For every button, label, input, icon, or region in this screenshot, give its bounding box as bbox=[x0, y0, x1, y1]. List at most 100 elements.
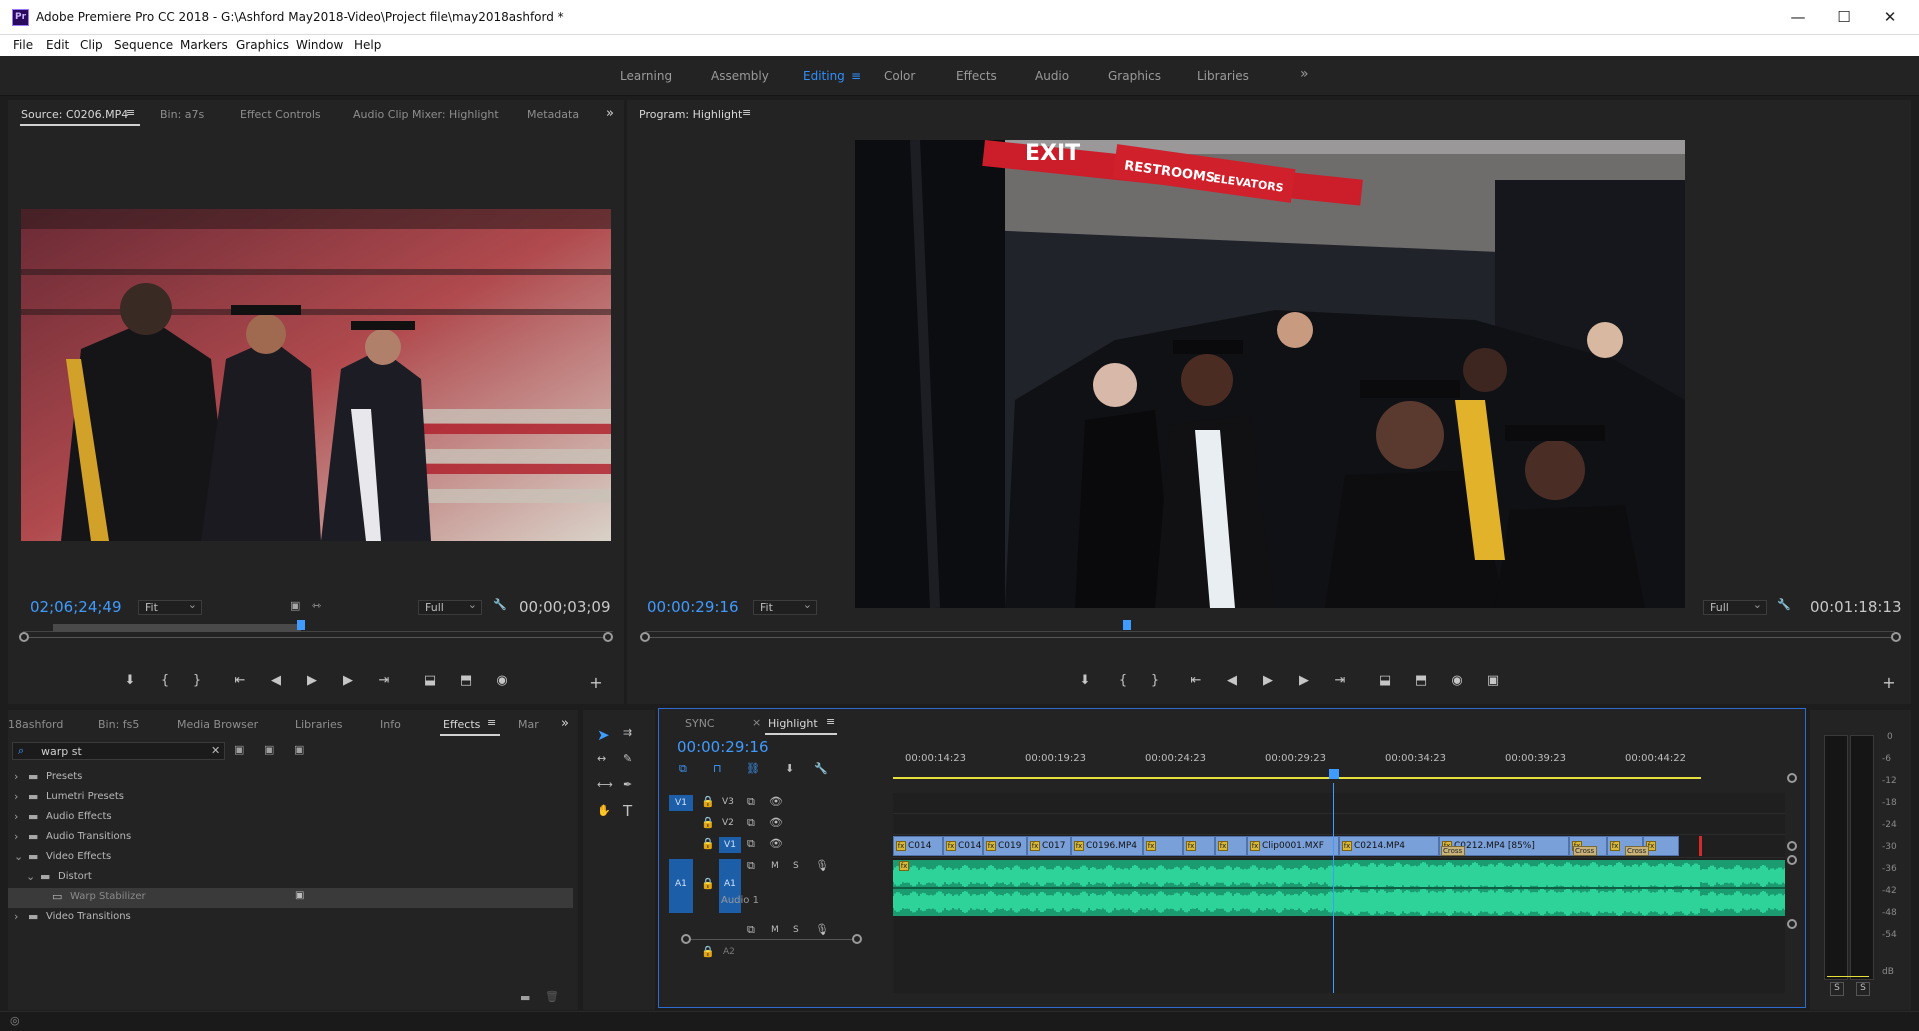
mark-in-icon[interactable]: { bbox=[155, 673, 175, 688]
eye-v1-icon[interactable]: 👁 bbox=[769, 837, 783, 850]
tab-libraries[interactable]: Libraries bbox=[295, 718, 343, 731]
go-to-in-icon[interactable]: ⇤ bbox=[230, 673, 250, 688]
program-zoom-dropdown[interactable]: Fit bbox=[753, 598, 817, 615]
effects-search-field[interactable]: ⌕ warp st ✕ bbox=[12, 742, 225, 760]
program-go-to-out-icon[interactable]: ⇥ bbox=[1330, 673, 1350, 688]
tab-highlight-sequence[interactable]: Highlight bbox=[768, 717, 818, 730]
workspace-graphics[interactable]: Graphics bbox=[1108, 69, 1161, 83]
timeline-tab-menu-icon[interactable]: ≡ bbox=[826, 715, 835, 728]
tab-bin-a7s[interactable]: Bin: a7s bbox=[160, 108, 204, 121]
workspace-color[interactable]: Color bbox=[884, 69, 915, 83]
program-quality-dropdown[interactable]: Full bbox=[1703, 598, 1767, 615]
tab-markers[interactable]: Mar bbox=[518, 718, 539, 731]
project-overflow-icon[interactable]: » bbox=[561, 716, 569, 731]
workspace-overflow-icon[interactable]: » bbox=[1300, 66, 1309, 82]
insert-icon[interactable]: ⬓ bbox=[420, 673, 440, 688]
v1-clip[interactable]: fx bbox=[1183, 836, 1215, 856]
source-tab-menu-icon[interactable]: ≡ bbox=[126, 106, 135, 119]
menu-sequence[interactable]: Sequence bbox=[114, 38, 173, 52]
source-zoom-bar[interactable] bbox=[24, 637, 612, 638]
menu-markers[interactable]: Markers bbox=[180, 38, 228, 52]
timeline-playhead-handle[interactable] bbox=[1329, 769, 1339, 779]
horizontal-scroll-left-handle[interactable] bbox=[681, 934, 691, 944]
tab-audio-clip-mixer[interactable]: Audio Clip Mixer: Highlight bbox=[353, 108, 499, 121]
step-back-icon[interactable]: ◀ bbox=[266, 673, 286, 688]
tab-effects[interactable]: Effects bbox=[443, 718, 480, 731]
source-overflow-icon[interactable]: » bbox=[606, 106, 614, 121]
meter-solo-right-button[interactable]: S bbox=[1856, 982, 1870, 996]
accelerated-effects-icon[interactable]: ▣ bbox=[234, 743, 244, 756]
program-step-forward-icon[interactable]: ▶ bbox=[1294, 673, 1314, 688]
comparison-view-icon[interactable]: ▣ bbox=[1483, 673, 1503, 688]
ripple-edit-tool-icon[interactable]: ↔ bbox=[597, 752, 606, 765]
effects-tree-item[interactable]: › ▬ Lumetri Presets bbox=[8, 788, 573, 808]
settings-grid-icon[interactable]: ▣ bbox=[290, 599, 300, 612]
program-tab-menu-icon[interactable]: ≡ bbox=[742, 106, 751, 119]
workspace-editing[interactable]: Editing bbox=[803, 69, 845, 83]
program-video-frame[interactable]: EXIT RESTROOMS ELEVATORS bbox=[855, 140, 1685, 608]
v1-clip[interactable]: fx C019 bbox=[983, 836, 1027, 856]
lock-a1-icon[interactable]: 🔒 bbox=[701, 877, 715, 890]
tab-bin-fs5[interactable]: Bin: fs5 bbox=[98, 718, 139, 731]
track-select-tool-icon[interactable]: ⇉ bbox=[623, 726, 632, 739]
drag-video-icon[interactable]: ⇿ bbox=[312, 599, 321, 612]
32bit-effects-icon[interactable]: ▣ bbox=[264, 743, 274, 756]
go-to-out-icon[interactable]: ⇥ bbox=[374, 673, 394, 688]
toggle-sync-v2-icon[interactable]: ⧉ bbox=[747, 816, 755, 830]
timeline-ruler[interactable]: 00:00:14:23 00:00:19:23 00:00:24:23 00:0… bbox=[893, 753, 1785, 783]
workspace-audio[interactable]: Audio bbox=[1035, 69, 1069, 83]
track-label-a2[interactable]: A2 bbox=[723, 947, 735, 957]
source-zoom-left-handle[interactable] bbox=[19, 632, 29, 642]
tab-program[interactable]: Program: Highlight bbox=[639, 108, 742, 121]
tab-media-browser[interactable]: Media Browser bbox=[177, 718, 258, 731]
overwrite-icon[interactable]: ⬒ bbox=[456, 673, 476, 688]
menu-window[interactable]: Window bbox=[296, 38, 343, 52]
type-tool-icon[interactable]: T bbox=[623, 802, 632, 820]
source-video-frame[interactable] bbox=[21, 209, 611, 541]
workspace-learning[interactable]: Learning bbox=[620, 69, 672, 83]
voiceover-a2-icon[interactable]: 🎙 bbox=[815, 923, 829, 936]
v1-clip[interactable]: fx C0196.MP4 bbox=[1071, 836, 1143, 856]
cross-dissolve-transition[interactable]: Cross bbox=[1441, 846, 1465, 856]
tab-effect-controls[interactable]: Effect Controls bbox=[240, 108, 321, 121]
mark-out-icon[interactable]: } bbox=[187, 673, 207, 688]
close-sequence-tab-icon[interactable]: × bbox=[752, 716, 761, 729]
solo-a1-button[interactable]: S bbox=[793, 861, 799, 871]
program-mark-in-icon[interactable]: { bbox=[1113, 673, 1133, 688]
lock-v2-icon[interactable]: 🔒 bbox=[701, 816, 715, 829]
tab-info[interactable]: Info bbox=[380, 718, 401, 731]
source-zoom-right-handle[interactable] bbox=[603, 632, 613, 642]
extract-icon[interactable]: ⬒ bbox=[1411, 673, 1431, 688]
toggle-sync-v3-icon[interactable]: ⧉ bbox=[747, 795, 755, 809]
program-mark-out-icon[interactable]: } bbox=[1145, 673, 1165, 688]
effects-tab-menu-icon[interactable]: ≡ bbox=[487, 716, 496, 729]
tree-expand-icon[interactable]: ⌄ bbox=[26, 870, 35, 883]
eye-v2-icon[interactable]: 👁 bbox=[769, 816, 783, 829]
close-window-button[interactable]: ✕ bbox=[1867, 0, 1913, 35]
program-export-frame-icon[interactable]: ◉ bbox=[1447, 673, 1467, 688]
search-input-value[interactable]: warp st bbox=[41, 745, 82, 758]
effects-tree-item[interactable]: › ▬ Video Transitions bbox=[8, 908, 573, 928]
v1-clip[interactable]: fx bbox=[1143, 836, 1183, 856]
program-play-icon[interactable]: ▶ bbox=[1258, 673, 1278, 688]
voiceover-a1-icon[interactable]: 🎙 bbox=[815, 859, 829, 872]
program-wrench-icon[interactable]: 🔧 bbox=[1777, 598, 1791, 611]
timeline-timecode[interactable]: 00:00:29:16 bbox=[677, 738, 769, 756]
program-add-marker-icon[interactable]: ⬇ bbox=[1075, 673, 1095, 688]
program-go-to-in-icon[interactable]: ⇤ bbox=[1186, 673, 1206, 688]
pen-tool-icon[interactable]: ✒ bbox=[623, 778, 632, 791]
wrench-icon[interactable]: 🔧 bbox=[493, 598, 507, 611]
yuv-effects-icon[interactable]: ▣ bbox=[294, 743, 304, 756]
solo-a2-button[interactable]: S bbox=[793, 925, 799, 935]
nest-sequence-icon[interactable]: ⧉ bbox=[679, 762, 687, 776]
snap-magnet-icon[interactable]: ⊓ bbox=[713, 762, 722, 775]
workspace-assembly[interactable]: Assembly bbox=[711, 69, 769, 83]
add-marker-icon[interactable]: ⬇ bbox=[120, 673, 140, 688]
vertical-scroll-bottom-knob[interactable] bbox=[1787, 919, 1797, 929]
program-time-ruler[interactable] bbox=[645, 618, 1895, 632]
status-render-icon[interactable]: ◎ bbox=[10, 1014, 20, 1027]
vertical-scroll-audio-knob[interactable] bbox=[1787, 855, 1797, 865]
timeline-settings-wrench-icon[interactable]: 🔧 bbox=[814, 762, 828, 775]
v1-clip[interactable]: fx C0214.MP4 bbox=[1339, 836, 1439, 856]
selection-tool-icon[interactable]: ➤ bbox=[597, 726, 610, 744]
